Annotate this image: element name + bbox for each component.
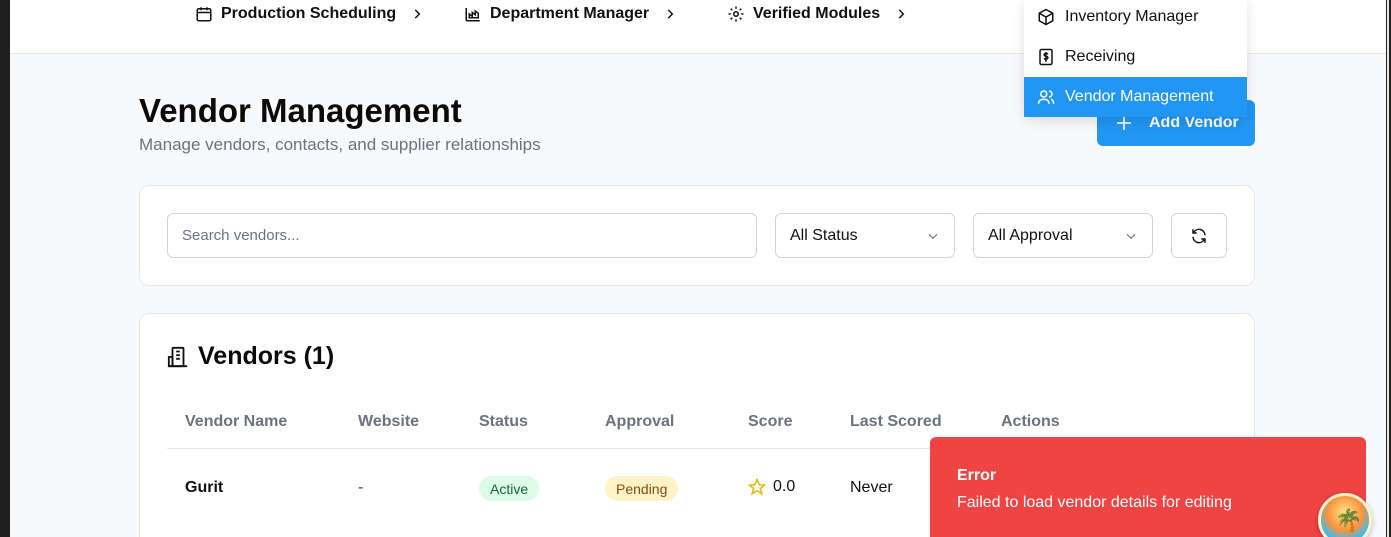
filter-card: All Status All Approval — [139, 185, 1255, 286]
vendor-website: - — [358, 479, 364, 496]
vendor-name[interactable]: Gurit — [185, 479, 223, 497]
approval-select[interactable]: All Approval — [973, 213, 1153, 258]
column-header[interactable]: Website — [358, 413, 419, 431]
toast-message: Failed to load vendor details for editin… — [957, 494, 1232, 511]
status-badge: Active — [479, 476, 540, 501]
column-header[interactable]: Score — [748, 413, 792, 431]
refresh-icon — [1192, 228, 1206, 243]
module-dropdown-menu: Inventory Manager Receiving Vendor Manag… — [1024, 0, 1247, 117]
dollar-receipt-icon — [1039, 48, 1053, 66]
status-select-value: All Status — [790, 226, 858, 244]
column-header[interactable]: Approval — [605, 413, 674, 431]
column-header[interactable]: Vendor Name — [185, 413, 287, 431]
nav-item-label: Production Scheduling — [221, 5, 397, 22]
status-select[interactable]: All Status — [775, 213, 955, 258]
page-title: Vendor Management — [139, 92, 462, 129]
column-header: Actions — [1001, 413, 1060, 430]
menu-item-label: Vendor Management — [1065, 88, 1214, 105]
vendors-heading-text: Vendors (1) — [198, 342, 335, 370]
search-input[interactable] — [167, 213, 757, 258]
column-header[interactable]: Last Scored — [850, 413, 942, 431]
nav-item-department-manager[interactable]: Department Manager — [464, 3, 677, 25]
approval-badge: Pending — [605, 476, 679, 501]
star-icon — [748, 478, 766, 496]
menu-item-label: Receiving — [1065, 48, 1136, 65]
gear-icon — [728, 6, 744, 22]
page-subtitle: Manage vendors, contacts, and supplier r… — [139, 135, 541, 154]
building-icon — [167, 346, 188, 367]
approval-select-value: All Approval — [988, 226, 1073, 244]
chevron-right-icon — [898, 9, 905, 19]
toast-title: Error — [957, 467, 997, 484]
chevron-down-icon — [928, 233, 938, 239]
last-scored: Never — [850, 479, 893, 496]
vendors-heading: Vendors (1) — [167, 342, 334, 371]
window-edge-left — [0, 0, 10, 537]
menu-item-inventory-manager[interactable]: Inventory Manager — [1024, 0, 1247, 37]
nav-item-label: Verified Modules — [753, 5, 881, 22]
package-icon — [1038, 8, 1054, 26]
column-header[interactable]: Status — [479, 413, 528, 431]
chevron-right-icon — [667, 9, 674, 19]
calendar-icon — [196, 7, 212, 22]
chevron-right-icon — [414, 9, 421, 19]
refresh-button[interactable] — [1171, 213, 1227, 258]
chevron-down-icon — [1126, 233, 1136, 239]
menu-item-label: Inventory Manager — [1065, 8, 1199, 25]
scrollbar[interactable] — [1386, 0, 1391, 537]
menu-item-vendor-management[interactable]: Vendor Management — [1024, 77, 1247, 117]
vendor-score: 0.0 — [748, 478, 795, 496]
error-toast[interactable]: Error Failed to load vendor details for … — [930, 437, 1366, 537]
plus-icon — [1117, 116, 1131, 130]
nav-item-label: Department Manager — [490, 5, 650, 22]
users-icon — [1037, 90, 1055, 104]
factory-chart-icon — [465, 8, 480, 22]
nav-item-verified-modules[interactable]: Verified Modules — [727, 3, 908, 25]
nav-item-production-scheduling[interactable]: Production Scheduling — [195, 3, 424, 25]
menu-item-receiving[interactable]: Receiving — [1024, 37, 1247, 77]
score-value: 0.0 — [773, 478, 796, 495]
palm-tree-icon: 🌴 — [1335, 508, 1363, 533]
